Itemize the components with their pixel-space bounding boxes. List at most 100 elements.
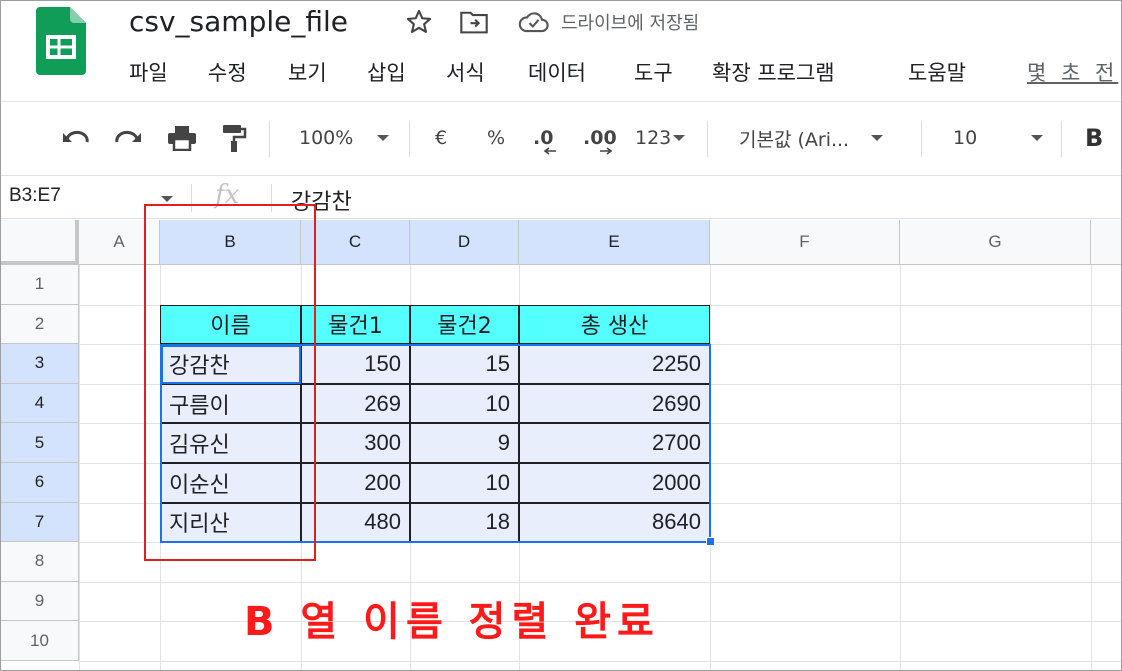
formula-separator [271, 184, 272, 212]
annotation-text: B 열 이름 정렬 완료 [244, 599, 660, 645]
column-header-overflow [1091, 220, 1121, 265]
document-title[interactable]: csv_sample_file [129, 5, 348, 38]
move-to-folder-icon[interactable] [459, 7, 489, 37]
menu-format[interactable]: 서식 [446, 57, 528, 89]
menu-insert[interactable]: 삽입 [367, 57, 446, 89]
name-box[interactable]: B3:E7 [9, 185, 61, 207]
last-edit-link[interactable]: 몇 초 전 [1027, 57, 1118, 87]
number-cell[interactable]: 2700 [519, 423, 710, 463]
number-cell[interactable]: 10 [410, 383, 519, 424]
number-cell[interactable]: 200 [301, 463, 410, 503]
column-header-g[interactable]: G [900, 220, 1091, 265]
fill-handle[interactable] [706, 537, 715, 547]
name-cell[interactable]: 구름이 [160, 383, 301, 424]
number-cell[interactable]: 2000 [519, 463, 710, 503]
number-cell[interactable]: 8640 [519, 502, 710, 543]
row-header-1[interactable]: 1 [1, 265, 79, 305]
menu-bar: 파일 수정 보기 삽입 서식 데이터 도구 확장 프로그램 도움말 [129, 57, 966, 89]
zoom-select[interactable]: 100% [299, 105, 390, 171]
sheets-logo-icon[interactable] [36, 7, 86, 75]
menu-data[interactable]: 데이터 [528, 57, 634, 89]
select-all-corner[interactable] [1, 220, 79, 265]
row-header-7[interactable]: 7 [1, 502, 79, 543]
screenshot-frame: csv_sample_file 드라이브에 저장됨 파일 수정 보기 삽입 서식… [0, 0, 1122, 671]
cloud-saved-icon[interactable] [517, 7, 551, 37]
toolbar: 100% € % .0 .00 123 기본값 (Ari... 10 B [1, 105, 1121, 171]
column-header-e[interactable]: E [519, 220, 710, 265]
fx-icon: fx [215, 180, 240, 210]
number-cell[interactable]: 2690 [519, 383, 710, 424]
row-header-4[interactable]: 4 [1, 383, 79, 424]
zoom-value: 100% [299, 127, 354, 149]
column-header-a[interactable]: A [79, 220, 160, 265]
name-cell[interactable]: 지리산 [160, 502, 301, 543]
name-cell[interactable]: 이순신 [160, 463, 301, 503]
table-header-cell[interactable]: 총 생산 [519, 304, 710, 345]
menu-view[interactable]: 보기 [288, 57, 367, 89]
currency-format-button[interactable]: € [435, 105, 447, 171]
gridline [79, 581, 1121, 583]
toolbar-separator [269, 121, 270, 157]
number-cell[interactable]: 10 [410, 463, 519, 503]
chevron-down-icon [871, 135, 884, 141]
row-header-5[interactable]: 5 [1, 423, 79, 463]
number-format-select[interactable]: 123 [635, 105, 686, 171]
arrow-right-icon [600, 147, 613, 155]
row-header-8[interactable]: 8 [1, 542, 79, 582]
table-header-cell[interactable]: 이름 [160, 304, 301, 345]
header-divider [1, 101, 1121, 102]
star-icon[interactable] [405, 7, 433, 37]
chevron-down-icon [377, 135, 390, 141]
menu-edit[interactable]: 수정 [208, 57, 288, 89]
redo-icon[interactable] [113, 105, 143, 171]
menu-file[interactable]: 파일 [129, 57, 208, 89]
table-header-cell[interactable]: 물건1 [301, 304, 410, 345]
name-cell[interactable]: 강감찬 [160, 344, 301, 384]
number-cell[interactable]: 269 [301, 383, 410, 424]
column-header-b[interactable]: B [160, 220, 301, 265]
increase-decimal-button[interactable]: .00 [583, 105, 617, 171]
row-header-9[interactable]: 9 [1, 581, 79, 622]
gridline [900, 265, 901, 670]
number-cell[interactable]: 15 [410, 344, 519, 384]
paint-format-icon[interactable] [221, 105, 247, 171]
row-header-3[interactable]: 3 [1, 344, 79, 384]
gridline [1091, 265, 1092, 670]
chevron-down-icon [673, 135, 686, 141]
row-header-10[interactable]: 10 [1, 621, 79, 661]
print-icon[interactable] [167, 105, 197, 171]
toolbar-separator [921, 121, 922, 157]
undo-icon[interactable] [61, 105, 91, 171]
formula-input[interactable]: 강감찬 [291, 184, 352, 216]
bold-button[interactable]: B [1085, 105, 1103, 171]
row-header-2[interactable]: 2 [1, 304, 79, 345]
menu-tools[interactable]: 도구 [634, 57, 712, 89]
formula-separator [191, 184, 192, 212]
chevron-down-icon [1031, 135, 1044, 141]
row-header-6[interactable]: 6 [1, 463, 79, 503]
menu-extensions[interactable]: 확장 프로그램 [712, 57, 908, 89]
name-cell[interactable]: 김유신 [160, 423, 301, 463]
number-cell[interactable]: 150 [301, 344, 410, 384]
gridline [79, 661, 1121, 662]
percent-format-button[interactable]: % [487, 105, 505, 171]
number-cell[interactable]: 480 [301, 502, 410, 543]
gridline [79, 542, 1121, 544]
menu-help[interactable]: 도움말 [908, 57, 966, 89]
number-cell[interactable]: 300 [301, 423, 410, 463]
toolbar-separator [707, 121, 708, 157]
font-size-select[interactable]: 10 [953, 105, 1044, 171]
gridline [710, 265, 711, 670]
chevron-down-icon[interactable] [161, 196, 173, 202]
table-header-cell[interactable]: 물건2 [410, 304, 519, 345]
number-cell[interactable]: 9 [410, 423, 519, 463]
column-header-f[interactable]: F [710, 220, 900, 265]
column-header-d[interactable]: D [410, 220, 519, 265]
number-cell[interactable]: 18 [410, 502, 519, 543]
number-cell[interactable]: 2250 [519, 344, 710, 384]
font-family-select[interactable]: 기본값 (Ari... [739, 105, 884, 171]
toolbar-separator [1061, 121, 1062, 157]
column-header-c[interactable]: C [301, 220, 410, 265]
formula-bar: B3:E7 fx 강감찬 [1, 175, 1121, 219]
decrease-decimal-button[interactable]: .0 [533, 105, 556, 171]
